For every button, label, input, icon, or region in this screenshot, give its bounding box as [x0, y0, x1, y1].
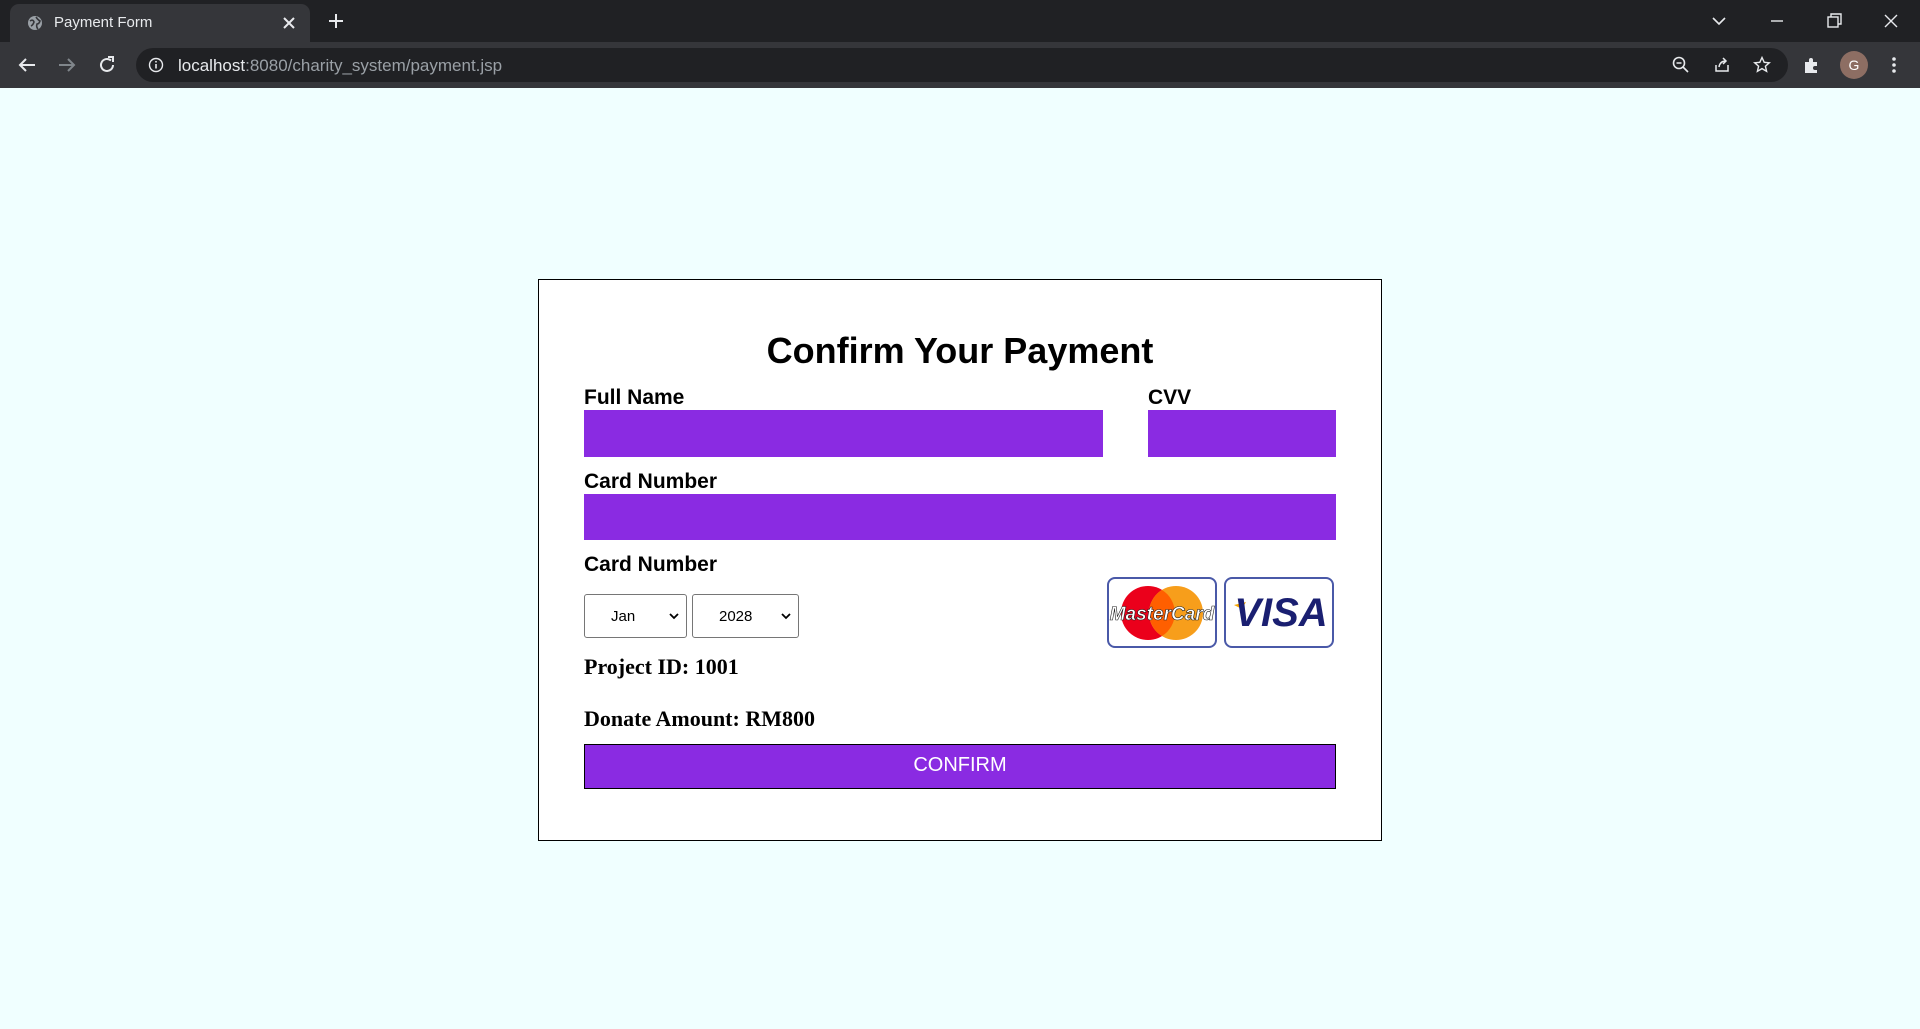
expiry-year-value: 2028: [719, 608, 753, 625]
site-info-icon[interactable]: [148, 57, 164, 73]
expiry-year-select[interactable]: 2028: [692, 594, 799, 638]
more-menu-icon[interactable]: [1883, 54, 1905, 76]
tab-title: Payment Form: [54, 14, 153, 31]
expiry-month-select[interactable]: Jan: [584, 594, 687, 638]
browser-tab-strip: Payment Form: [0, 0, 1920, 42]
forward-arrow-icon[interactable]: [55, 53, 79, 77]
expiry-month-value: Jan: [611, 608, 636, 625]
expiry-label: Card Number: [584, 553, 718, 576]
full-name-input[interactable]: [584, 410, 1103, 457]
visa-logo: VISA: [1224, 577, 1334, 648]
tab-search-chevron-icon[interactable]: [1707, 9, 1731, 33]
chevron-down-icon: [781, 613, 791, 620]
browser-toolbar: localhost:8080/charity_system/payment.js…: [0, 42, 1920, 88]
visa-wordmark: VISA: [1234, 591, 1327, 635]
close-tab-icon[interactable]: [280, 14, 298, 32]
extensions-puzzle-icon[interactable]: [1801, 54, 1823, 76]
cvv-label: CVV: [1148, 386, 1192, 409]
card-number-label: Card Number: [584, 470, 718, 493]
back-arrow-icon[interactable]: [15, 53, 39, 77]
chevron-down-icon: [669, 613, 679, 620]
url-text[interactable]: localhost:8080/charity_system/payment.js…: [178, 56, 502, 76]
confirm-button[interactable]: CONFIRM: [584, 744, 1336, 789]
page-title: Confirm Your Payment: [766, 330, 1154, 371]
payment-form-card: Confirm Your Payment Full Name CVV Card …: [538, 279, 1382, 841]
address-bar[interactable]: localhost:8080/charity_system/payment.js…: [136, 48, 1788, 82]
close-window-icon[interactable]: [1879, 9, 1903, 33]
url-path: :8080/charity_system/payment.jsp: [245, 56, 503, 75]
profile-avatar[interactable]: G: [1840, 51, 1868, 79]
donate-amount-text: Donate Amount: RM800: [584, 706, 815, 731]
minimize-icon[interactable]: [1765, 9, 1789, 33]
restore-icon[interactable]: [1822, 9, 1846, 33]
globe-icon: [28, 16, 42, 30]
reload-icon[interactable]: [95, 53, 119, 77]
zoom-icon[interactable]: [1671, 55, 1691, 75]
url-host: localhost: [178, 56, 246, 75]
card-number-input[interactable]: [584, 494, 1336, 540]
new-tab-plus-icon[interactable]: [326, 11, 346, 31]
bookmark-star-icon[interactable]: [1752, 55, 1772, 75]
full-name-label: Full Name: [584, 386, 685, 409]
mastercard-wordmark: MasterCard: [1110, 604, 1215, 625]
mastercard-logo: MasterCard: [1107, 577, 1217, 648]
project-id-text: Project ID: 1001: [584, 654, 739, 679]
cvv-input[interactable]: [1148, 410, 1336, 457]
browser-tab[interactable]: Payment Form: [10, 4, 310, 42]
share-icon[interactable]: [1712, 55, 1732, 75]
